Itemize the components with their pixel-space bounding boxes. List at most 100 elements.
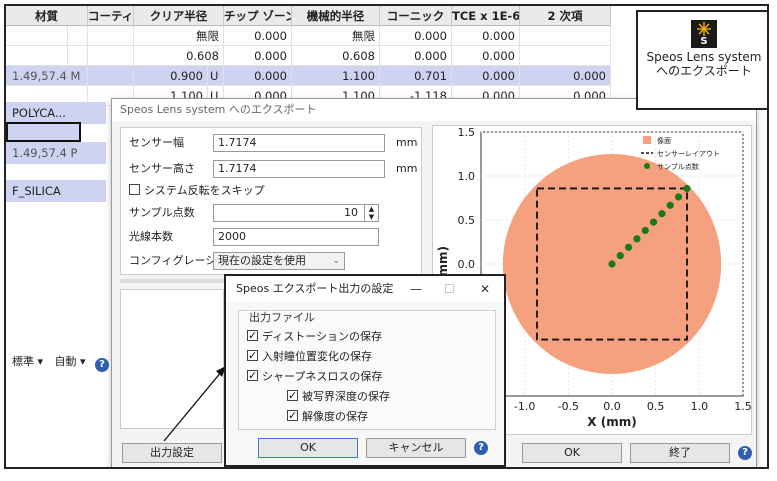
x-axis-label: X (mm) [587,415,636,429]
chevron-down-icon: ⌄ [332,256,340,266]
col-mech-radius[interactable]: 機械的半径 [292,6,380,26]
cell-clear[interactable]: 0.900 [134,66,208,86]
help-icon[interactable]: ? [95,358,110,372]
cell-conic[interactable]: 0.000 [380,46,452,66]
output-files-group: 出力ファイル ディストーションの保存 入射瞳位置変化の保存 シャープネスロスの保… [238,310,496,430]
cell-chip[interactable]: 0.000 [224,46,292,66]
save-resolution-checkbox[interactable] [287,408,298,424]
material-cell[interactable]: F_SILICA [6,180,106,202]
sensor-height-input[interactable]: 1.7174 [213,160,385,178]
cell-conic[interactable]: 0.000 [380,26,452,46]
y-tick-label: 0.0 [458,258,476,271]
skip-reverse-checkbox[interactable] [129,184,140,195]
skip-reverse-row[interactable]: システム反転をスキップ [129,182,265,200]
sample-point [624,243,633,251]
sample-points-label: サンプル点数 [129,206,195,219]
x-tick-label: -0.5 [558,400,579,413]
spinner-arrows-icon[interactable]: ▲ ▼ [364,205,378,221]
table-row[interactable]: 1.49,57.4 M 0.900 U 0.000 1.100 0.701 0.… [6,66,611,86]
close-button[interactable]: 終了 [630,443,730,463]
rays-input[interactable]: 2000 [213,228,379,246]
save-dof-row[interactable]: 被写界深度の保存 [287,388,390,405]
y-tick-label: 0.5 [458,214,476,227]
cell-second[interactable] [520,26,611,46]
legend-label: センサーレイアウト [657,150,720,158]
save-dof-checkbox[interactable] [287,388,298,404]
sub-dialog-title: Speos エクスポート出力の設定 [226,276,504,302]
cell-material[interactable]: 1.49,57.4 M [6,66,88,86]
sensor-width-input[interactable]: 1.7174 [213,134,385,152]
save-pupil-label: 入射瞳位置変化の保存 [262,350,372,363]
rays-label: 光線本数 [129,230,173,243]
col-conic[interactable]: コーニック [380,6,452,26]
cell-second[interactable]: 0.000 [520,66,611,86]
sample-point [674,193,683,201]
sensor-width-unit: mm [396,136,418,149]
save-sharpness-checkbox[interactable] [247,368,258,384]
col-tce[interactable]: TCE x 1E-6 [452,6,520,26]
cell-conic[interactable]: 0.701 [380,66,452,86]
y-tick-label: 1.5 [458,126,476,139]
cell-tce[interactable]: 0.000 [452,66,520,86]
material-cell[interactable]: 1.49,57.4 P [6,142,106,164]
save-distortion-row[interactable]: ディストーションの保存 [247,328,382,345]
save-dof-label: 被写界深度の保存 [302,390,390,403]
sample-point [649,218,658,226]
sensor-height-label: センサー高さ [129,162,195,175]
col-material[interactable]: 材質 [6,6,88,26]
cell-mech[interactable]: 0.608 [292,46,380,66]
config-select[interactable]: 現在の設定を使用 ⌄ [213,252,345,270]
output-settings-button[interactable]: 出力設定 [122,443,222,463]
material-cell[interactable]: POLYCA... [6,102,106,124]
save-distortion-checkbox[interactable] [247,328,258,344]
cell-mech[interactable]: 1.100 [292,66,380,86]
sample-point [608,260,616,268]
table-row[interactable]: 無限 0.000 無限 0.000 0.000 [6,26,611,46]
group-label: 出力ファイル [249,311,315,324]
minimize-icon[interactable]: — [410,276,422,302]
help-icon[interactable]: ? [738,446,752,460]
speos-logo-letter: S [700,36,708,47]
auto-dropdown[interactable]: 自動 ▾ [55,355,86,368]
screenshot-frame: 材質 コーティン クリア半径 チップ ゾーン 機械的半径 コーニック TCE x… [4,4,769,469]
save-sharpness-row[interactable]: シャープネスロスの保存 [247,368,383,385]
col-chip-zone[interactable]: チップ ゾーン [224,6,292,26]
sensor-height-unit: mm [396,162,418,175]
legend-label: サンプル点数 [657,162,699,171]
x-tick-label: -1.0 [514,400,535,413]
save-pupil-row[interactable]: 入射瞳位置変化の保存 [247,348,372,365]
close-icon[interactable]: ✕ [480,276,490,302]
speos-button-label-1: Speos Lens system [646,50,762,64]
export-form: センサー幅 1.7174 mm センサー高さ 1.7174 mm システム反転を… [120,127,422,275]
col-coating[interactable]: コーティン [88,6,134,26]
sample-point [633,235,641,243]
col-second-term[interactable]: 2 次項 [520,6,611,26]
standard-dropdown[interactable]: 標準 ▾ [12,355,43,368]
cell-clear-flag: U [208,66,224,86]
ok-button[interactable]: OK [522,443,622,463]
cell-mech[interactable]: 無限 [292,26,380,46]
material-cell-selected[interactable] [6,122,81,142]
maximize-icon[interactable]: ☐ [444,276,455,302]
config-value: 現在の設定を使用 [218,254,306,267]
cell-chip[interactable]: 0.000 [224,66,292,86]
speos-export-ribbon-button[interactable]: S Speos Lens system へのエクスポート [636,10,767,110]
cell-second[interactable] [520,46,611,66]
table-row[interactable]: 0.608 0.000 0.608 0.000 0.000 [6,46,611,66]
sample-point [658,210,666,218]
save-resolution-row[interactable]: 解像度の保存 [287,408,368,425]
sample-point [616,252,624,260]
cell-clear[interactable]: 無限 [134,26,224,46]
save-pupil-checkbox[interactable] [247,348,258,364]
help-icon[interactable]: ? [474,441,488,455]
sample-points-spinner[interactable]: 10 ▲ ▼ [213,204,379,222]
cell-clear[interactable]: 0.608 [134,46,224,66]
sub-ok-button[interactable]: OK [258,438,358,458]
bottom-toolbar: 標準 ▾ 自動 ▾ ? [6,351,111,373]
sub-cancel-button[interactable]: キャンセル [366,438,466,458]
cell-tce[interactable]: 0.000 [452,26,520,46]
col-clear-radius[interactable]: クリア半径 [134,6,224,26]
save-sharpness-label: シャープネスロスの保存 [262,370,383,383]
cell-tce[interactable]: 0.000 [452,46,520,66]
cell-chip[interactable]: 0.000 [224,26,292,46]
